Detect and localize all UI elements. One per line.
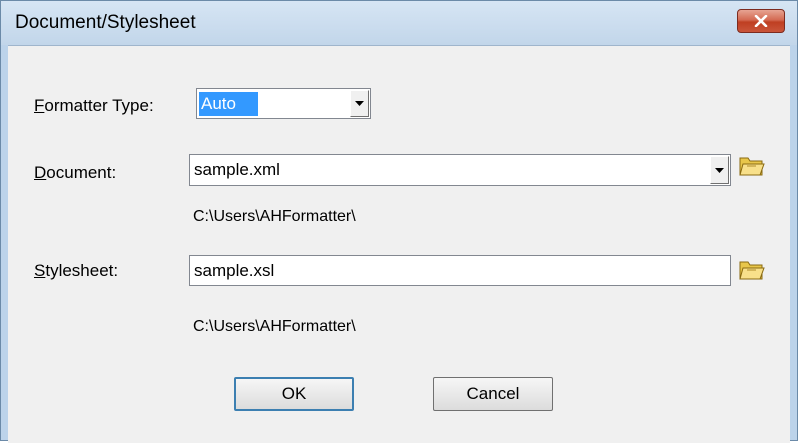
- stylesheet-path: C:\Users\AHFormatter\: [193, 318, 356, 335]
- folder-open-icon: [739, 261, 765, 280]
- close-button[interactable]: [737, 9, 785, 33]
- stylesheet-label: Stylesheet:: [34, 261, 119, 280]
- chevron-down-icon: [355, 101, 364, 106]
- document-path: C:\Users\AHFormatter\: [193, 208, 356, 225]
- document-browse-button[interactable]: [737, 150, 767, 180]
- folder-open-icon: [739, 157, 765, 176]
- document-input[interactable]: sample.xml: [189, 154, 731, 186]
- ok-button[interactable]: OK: [234, 377, 354, 411]
- close-icon: [754, 15, 768, 27]
- window-title: Document/Stylesheet: [15, 12, 196, 33]
- formatter-type-dropdown-button[interactable]: [350, 90, 369, 117]
- dialog-body: Formatter Type: Auto Document: sample.xm…: [8, 45, 790, 443]
- stylesheet-value: sample.xsl: [194, 261, 275, 280]
- cancel-button[interactable]: Cancel: [433, 377, 553, 411]
- document-label: Document:: [34, 163, 117, 182]
- chevron-down-icon: [715, 167, 724, 173]
- dialog-window: Document/Stylesheet Formatter Type: Auto…: [0, 0, 798, 443]
- document-dropdown-button[interactable]: [710, 156, 729, 184]
- stylesheet-browse-button[interactable]: [737, 254, 767, 284]
- stylesheet-input[interactable]: sample.xsl: [189, 255, 731, 286]
- document-value: sample.xml: [194, 160, 280, 179]
- formatter-type-value: Auto: [199, 92, 258, 116]
- formatter-type-select[interactable]: Auto: [196, 88, 371, 119]
- formatter-type-label: Formatter Type:: [34, 96, 154, 115]
- title-bar[interactable]: Document/Stylesheet: [1, 1, 797, 45]
